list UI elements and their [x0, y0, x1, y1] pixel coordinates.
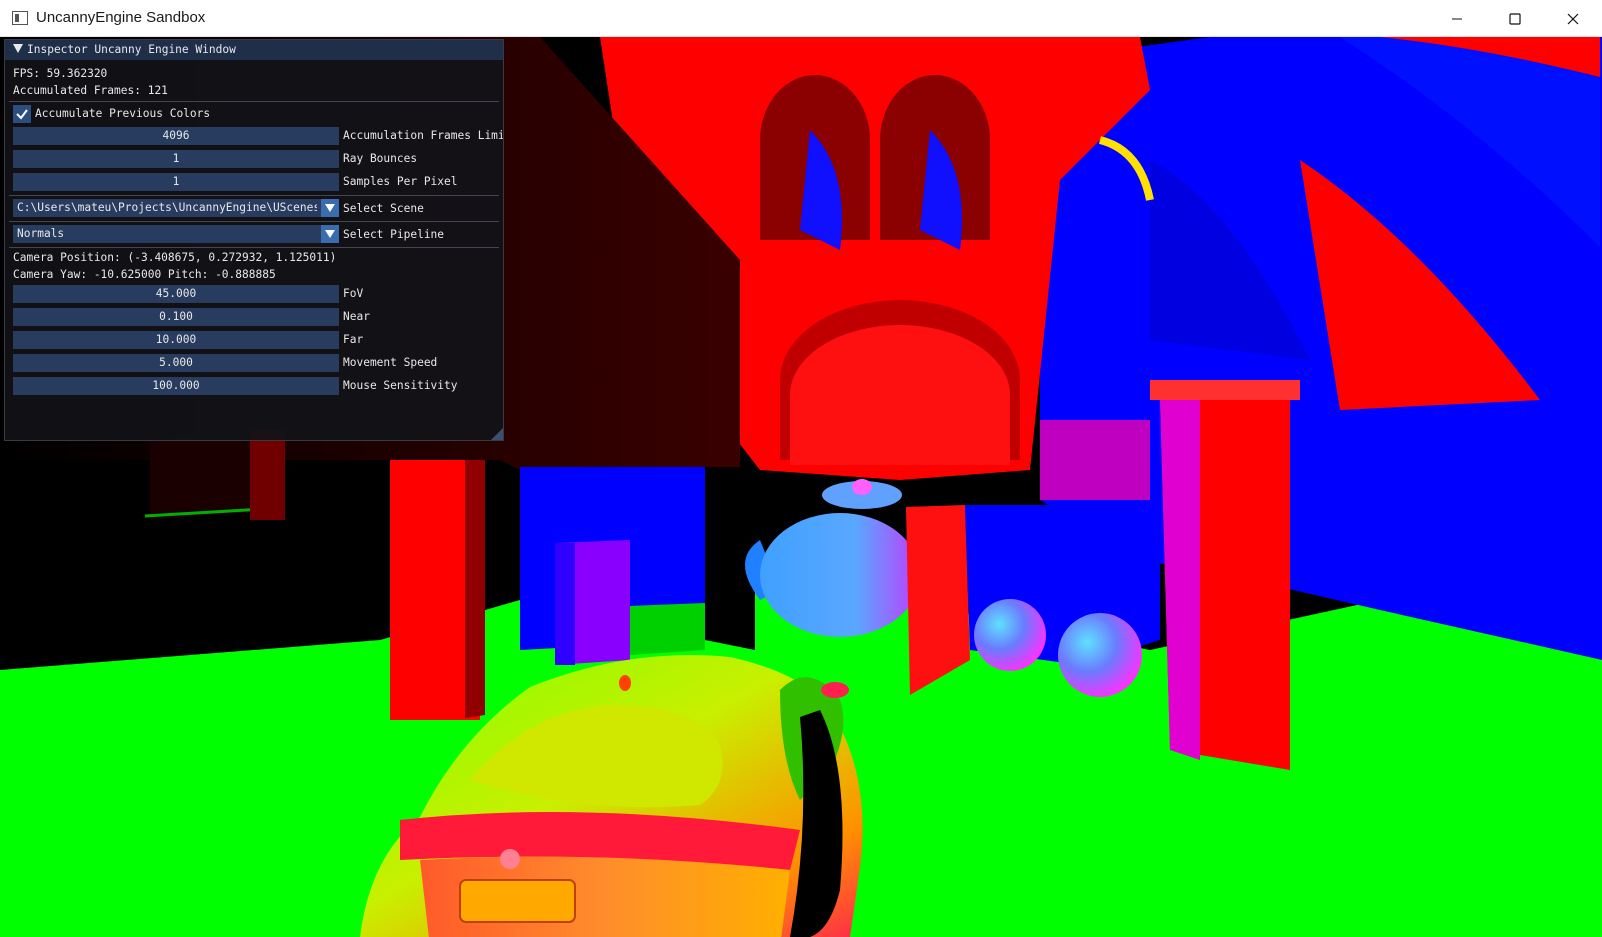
samples-per-pixel-label: Samples Per Pixel: [343, 175, 458, 188]
dropdown-arrow-icon[interactable]: [321, 199, 339, 217]
minimize-button[interactable]: [1428, 0, 1486, 37]
checkmark-icon: [16, 109, 28, 120]
close-button[interactable]: [1544, 0, 1602, 37]
accumulate-label: Accumulate Previous Colors: [35, 107, 211, 120]
movement-speed-input[interactable]: 5.000: [13, 354, 339, 372]
mouse-sensitivity-input[interactable]: 100.000: [13, 377, 339, 395]
select-pipeline-label: Select Pipeline: [343, 228, 445, 241]
app-icon: [12, 11, 28, 25]
ray-bounces-label: Ray Bounces: [343, 152, 418, 165]
accumulation-frames-limit-label: Accumulation Frames Limit: [343, 129, 503, 142]
select-pipeline-combo[interactable]: Normals: [13, 225, 339, 243]
collapse-arrow-icon[interactable]: [13, 44, 23, 53]
fps-readout: FPS: 59.362320: [13, 67, 108, 80]
camera-position-readout: Camera Position: (-3.408675, 0.272932, 1…: [13, 251, 337, 264]
select-scene-combo[interactable]: C:\Users\mateu\Projects\UncannyEngine\US…: [13, 199, 339, 217]
separator: [9, 247, 499, 248]
close-icon: [1567, 13, 1579, 24]
select-scene-label: Select Scene: [343, 202, 424, 215]
separator: [9, 101, 499, 102]
inspector-panel: Inspector Uncanny Engine Window FPS: 59.…: [4, 39, 504, 441]
resize-grip[interactable]: [491, 428, 503, 440]
fov-input[interactable]: 45.000: [13, 285, 339, 303]
accumulate-checkbox[interactable]: [13, 105, 31, 123]
far-input[interactable]: 10.000: [13, 331, 339, 349]
inspector-title: Inspector Uncanny Engine Window: [27, 43, 236, 56]
camera-yaw-pitch-readout: Camera Yaw: -10.625000 Pitch: -0.888885: [13, 268, 276, 281]
samples-per-pixel-input[interactable]: 1: [13, 173, 339, 191]
minimize-icon: [1452, 18, 1462, 19]
dropdown-arrow-icon[interactable]: [321, 225, 339, 243]
movement-speed-label: Movement Speed: [343, 356, 438, 369]
select-scene-value: C:\Users\mateu\Projects\UncannyEngine\US…: [17, 201, 317, 214]
inspector-header[interactable]: Inspector Uncanny Engine Window: [5, 40, 503, 60]
ray-bounces-input[interactable]: 1: [13, 150, 339, 168]
window-title-bar: UncannyEngine Sandbox: [0, 0, 1602, 37]
separator: [9, 195, 499, 196]
window-title: UncannyEngine Sandbox: [36, 9, 206, 26]
maximize-icon: [1509, 12, 1521, 25]
far-label: Far: [343, 333, 364, 346]
near-label: Near: [343, 310, 370, 323]
maximize-button[interactable]: [1486, 0, 1544, 37]
accumulated-frames-readout: Accumulated Frames: 121: [13, 84, 168, 97]
mouse-sensitivity-label: Mouse Sensitivity: [343, 379, 458, 392]
fov-label: FoV: [343, 287, 364, 300]
near-input[interactable]: 0.100: [13, 308, 339, 326]
separator: [9, 221, 499, 222]
select-pipeline-value: Normals: [17, 227, 65, 240]
accumulation-frames-limit-input[interactable]: 4096: [13, 127, 339, 145]
